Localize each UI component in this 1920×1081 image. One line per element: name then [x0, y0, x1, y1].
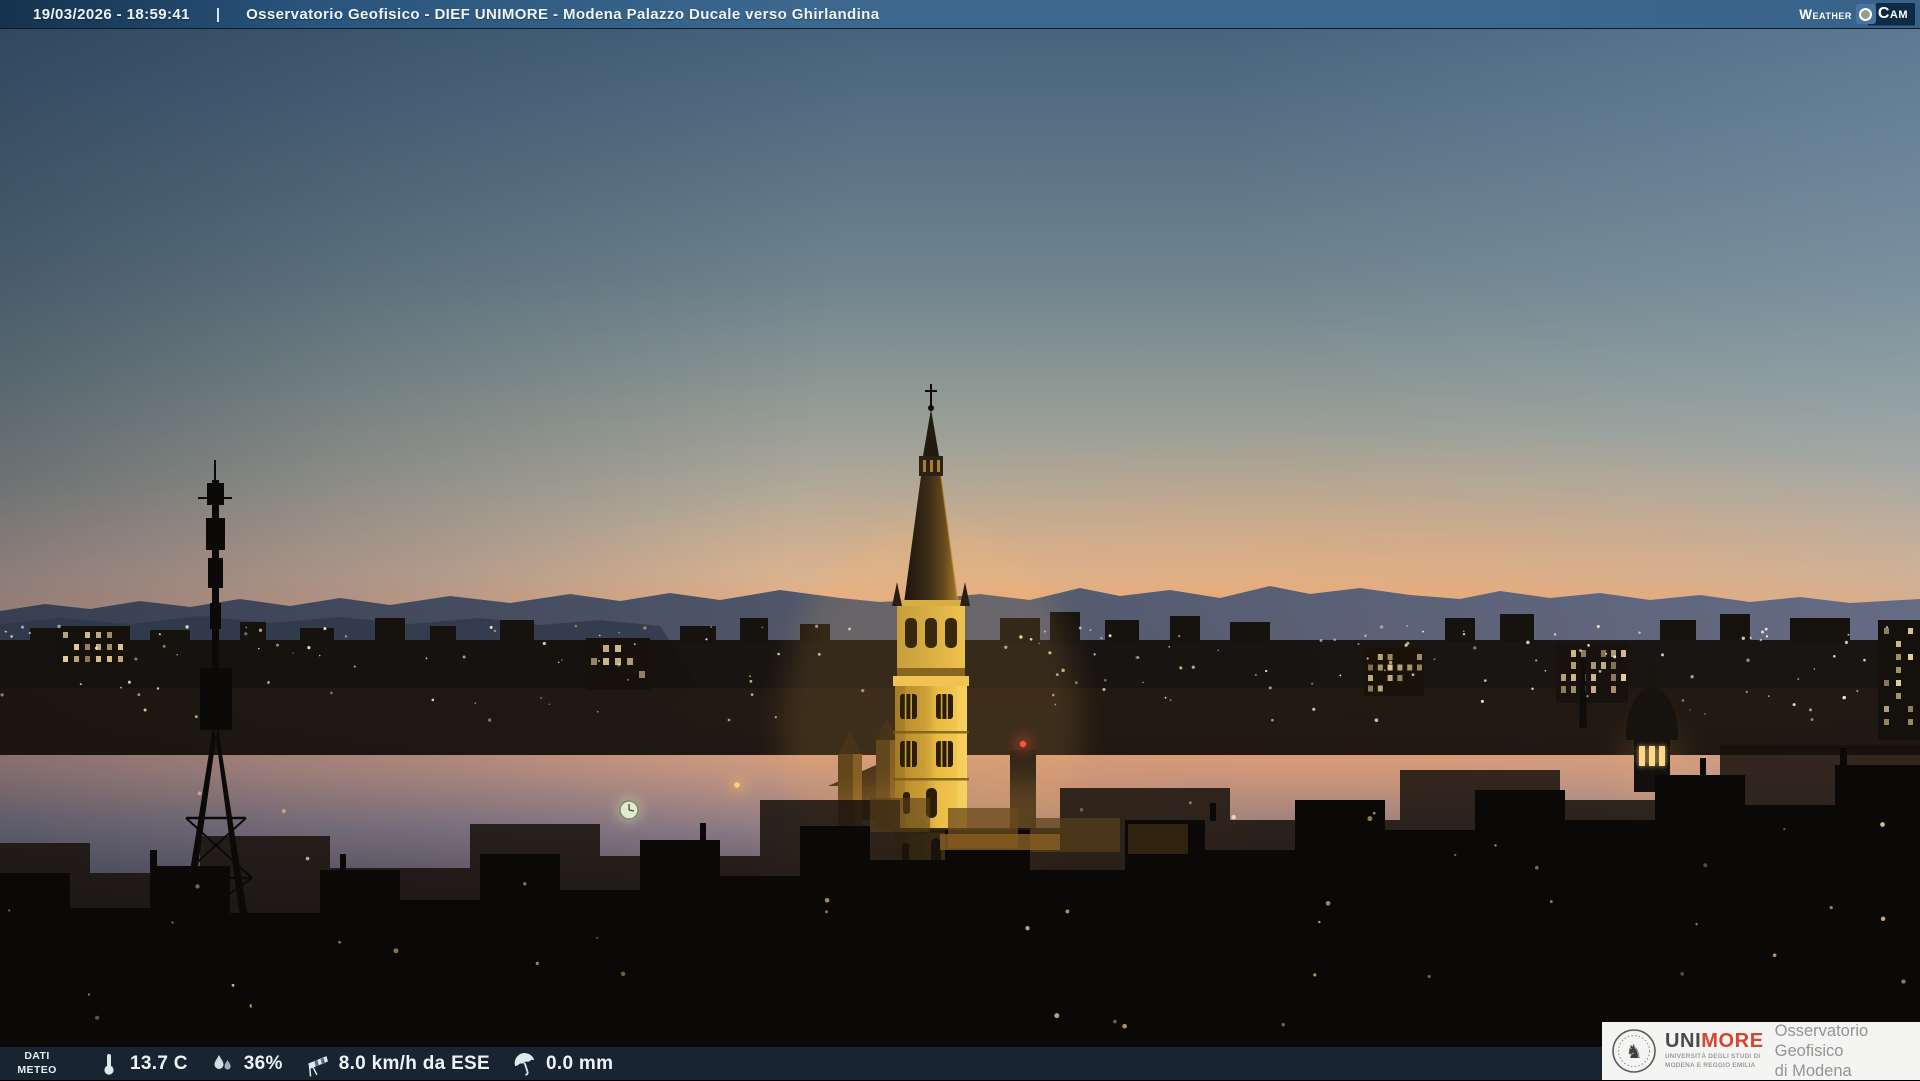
cityscape-illustration	[0, 384, 1920, 1080]
clock-face	[617, 798, 641, 822]
timestamp: 19/03/2026 - 18:59:41	[33, 5, 190, 23]
temperature-reading: 13.7 C	[96, 1051, 188, 1077]
unimore-credit-box: ♞ UNIMORE UNIVERSITÀ DEGLI STUDI DI MODE…	[1602, 1022, 1920, 1080]
umbrella-icon	[512, 1051, 538, 1077]
weather-bar-label: DATI METEO	[17, 1050, 57, 1076]
wind-reading: 8.0 km/h da ESE	[305, 1051, 490, 1077]
camera-lens-icon	[1855, 4, 1876, 24]
webcam-title: Osservatorio Geofisico - DIEF UNIMORE - …	[246, 5, 880, 23]
unimore-seal-icon: ♞	[1612, 1029, 1656, 1073]
rain-reading: 0.0 mm	[512, 1051, 613, 1077]
weathercam-logo-text-weather: Weather	[1799, 6, 1852, 22]
humidity-reading: 36%	[210, 1051, 283, 1077]
webcam-viewer: 19/03/2026 - 18:59:41 | Osservatorio Geo…	[0, 0, 1920, 1080]
observatory-name: Osservatorio Geofisico di Modena	[1774, 1021, 1869, 1081]
windsock-icon	[305, 1051, 331, 1077]
thermometer-icon	[96, 1051, 122, 1077]
unimore-wordmark: UNIMORE UNIVERSITÀ DEGLI STUDI DI MODENA…	[1665, 1030, 1764, 1069]
svg-text:♞: ♞	[1625, 1041, 1642, 1063]
webcam-image	[0, 28, 1920, 1080]
header-bar: 19/03/2026 - 18:59:41 | Osservatorio Geo…	[0, 0, 1920, 29]
separator: |	[215, 5, 221, 23]
humidity-icon	[210, 1051, 236, 1077]
weathercam-logo: Weather Cam	[1799, 1, 1915, 27]
street-light	[730, 778, 744, 792]
